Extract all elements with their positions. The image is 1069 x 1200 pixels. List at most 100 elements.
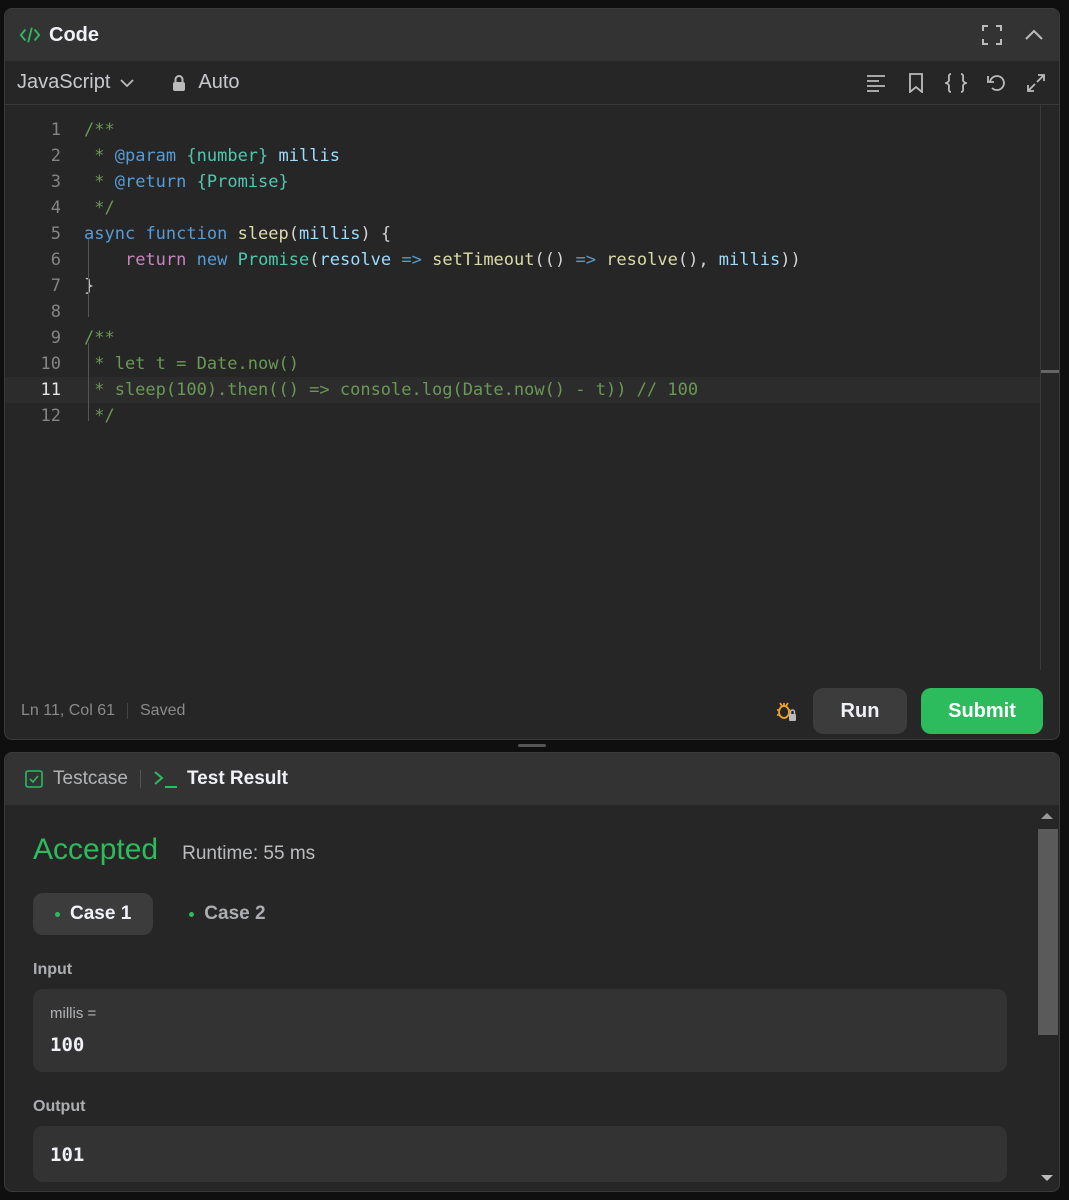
line-number: 9: [50, 328, 61, 348]
code-token: */: [84, 198, 115, 218]
submit-button[interactable]: Submit: [921, 688, 1043, 734]
output-label: Output: [33, 1098, 86, 1115]
case-tab-1[interactable]: Case 1: [33, 893, 154, 935]
line-number: 11: [40, 380, 61, 400]
language-selector[interactable]: JavaScript: [17, 71, 138, 94]
code-line[interactable]: 10 * let t = Date.now(): [5, 351, 1041, 377]
code-line[interactable]: 6 return new Promise(resolve => setTimeo…: [5, 247, 1041, 273]
scroll-down-arrow[interactable]: [1041, 1175, 1053, 1181]
line-number: 1: [50, 120, 61, 140]
save-status: Saved: [140, 702, 186, 719]
code-line[interactable]: 7}: [5, 273, 1041, 299]
code-token: new: [196, 250, 228, 270]
scroll-thumb[interactable]: [1038, 829, 1058, 1035]
code-line[interactable]: 5 async function sleep(millis) {: [5, 221, 1041, 247]
verdict-row: Accepted Runtime: 55 ms: [33, 833, 1007, 867]
code-token: setTimeout: [432, 250, 535, 270]
code-token: (: [309, 250, 320, 270]
code-line[interactable]: 4 */: [5, 195, 1041, 221]
line-number: 6: [50, 250, 61, 270]
result-scrollbar[interactable]: [1035, 805, 1058, 1185]
code-token: {number}: [186, 146, 269, 166]
line-number: 5: [50, 224, 61, 244]
code-token: }: [84, 276, 95, 296]
result-tabs: Testcase Test Result: [5, 753, 1059, 805]
line-number: 8: [50, 302, 61, 322]
pass-dot: [189, 911, 195, 917]
bookmark-icon[interactable]: [905, 72, 927, 94]
code-token: sleep: [237, 224, 289, 244]
braces-icon[interactable]: [945, 72, 967, 94]
line-code: * @return {Promise}: [84, 169, 289, 195]
code-token: =>: [401, 250, 422, 270]
pass-dot: [55, 911, 60, 917]
input-label: Input: [33, 961, 73, 978]
code-token: millis: [299, 224, 361, 244]
chevron-down-icon: [116, 72, 138, 94]
scroll-up-arrow[interactable]: [1041, 813, 1053, 819]
code-panel-header: Code: [5, 9, 1059, 61]
code-token: * sleep(100).then(() => console.log(Date…: [84, 380, 699, 400]
chevron-up-icon[interactable]: [1023, 24, 1045, 46]
case-label: Case 1: [70, 903, 132, 924]
fullscreen-icon[interactable]: [981, 24, 1003, 46]
code-token: ) {: [360, 224, 392, 244]
code-token: millis: [718, 250, 781, 270]
code-line[interactable]: 1 /**: [5, 117, 1041, 143]
code-editor[interactable]: 12 */11 * sleep(100).then(() => console.…: [5, 105, 1059, 685]
tab-test-result[interactable]: Test Result: [153, 768, 288, 790]
run-button[interactable]: Run: [813, 688, 907, 734]
code-token: =>: [575, 250, 596, 270]
code-token: *: [84, 146, 115, 166]
code-line[interactable]: 12 */: [5, 403, 1041, 429]
line-code: * let t = Date.now(): [84, 351, 299, 377]
code-panel: Code JavaScript Auto 12 */ 11 * sleep(10…: [4, 8, 1060, 740]
result-body: Accepted Runtime: 55 ms Case 1 Case 2 In…: [5, 805, 1035, 1191]
panel-resize-handle[interactable]: [518, 744, 546, 747]
result-panel: Testcase Test Result Accepted Runtime: 5…: [4, 752, 1060, 1192]
code-token: resolve: [319, 250, 392, 270]
tab-testcase[interactable]: Testcase: [23, 768, 128, 790]
terminal-icon: [153, 768, 179, 790]
line-number: 7: [50, 276, 61, 296]
auto-mode[interactable]: Auto: [168, 71, 240, 94]
code-token: async: [84, 224, 136, 244]
reset-icon[interactable]: [985, 72, 1007, 94]
language-label: JavaScript: [17, 71, 111, 93]
status-bar: Ln 11, Col 61 Saved Run Submit: [5, 683, 1059, 739]
line-code: }: [84, 273, 94, 299]
editor-toolbar: JavaScript Auto: [5, 61, 1059, 105]
format-icon[interactable]: [865, 72, 887, 94]
code-icon: [19, 24, 41, 46]
code-token: (: [288, 224, 300, 244]
code-line[interactable]: 11 * sleep(100).then(() => console.log(D…: [5, 377, 1041, 403]
code-line[interactable]: 9/**: [5, 325, 1041, 351]
code-line[interactable]: 2 * @param {number} millis: [5, 143, 1041, 169]
case-tab-2[interactable]: Case 2: [167, 893, 287, 935]
output-box: 101: [33, 1126, 1007, 1182]
line-code: return new Promise(resolve => setTimeout…: [84, 247, 801, 273]
tab-testcase-label: Testcase: [53, 768, 128, 789]
verdict-status: Accepted: [33, 833, 159, 866]
line-code: * sleep(100).then(() => console.log(Date…: [84, 377, 698, 403]
code-token: *: [84, 172, 115, 192]
input-value: 100: [50, 1034, 85, 1056]
scroll-position-marker: [1041, 370, 1059, 373]
code-line[interactable]: 8: [5, 299, 1041, 325]
case-tabs: Case 1 Case 2: [33, 893, 1007, 935]
editor-scrollbar[interactable]: [1040, 105, 1041, 670]
code-line[interactable]: 3 * @return {Promise}: [5, 169, 1041, 195]
expand-icon[interactable]: [1025, 72, 1047, 94]
debug-icon[interactable]: [773, 698, 799, 724]
code-token: )): [780, 250, 801, 270]
code-token: * let t = Date.now(): [84, 354, 299, 374]
code-token: @param: [114, 146, 177, 166]
